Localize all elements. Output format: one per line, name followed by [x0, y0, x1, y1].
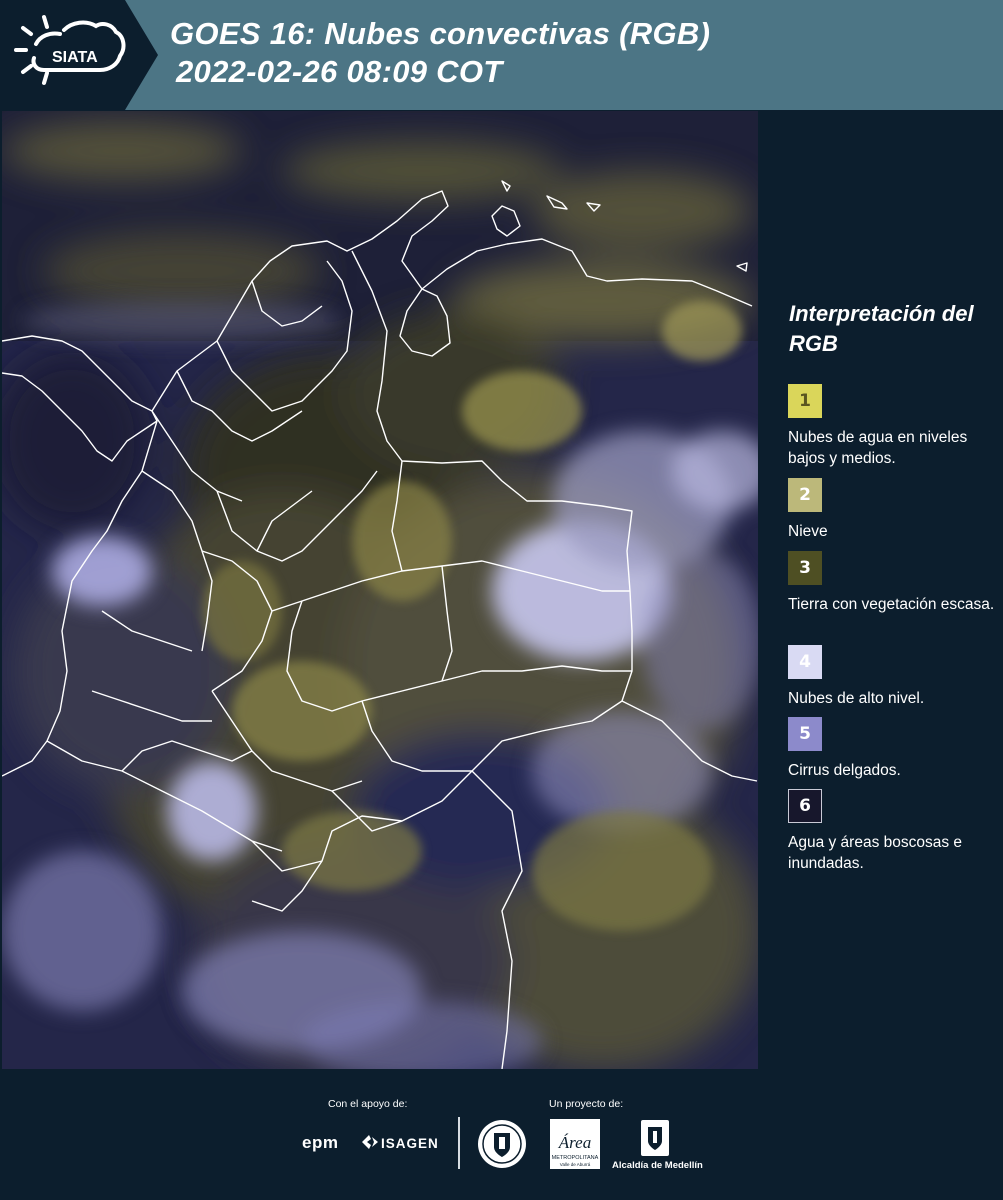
- siata-logo-icon: SIATA: [14, 15, 126, 85]
- legend-label-6: Agua y áreas boscosas e inundadas.: [788, 834, 963, 872]
- legend-label-1: Nubes de agua en niveles bajos y medios.: [788, 429, 968, 467]
- satellite-map[interactable]: [2, 111, 758, 1069]
- project-label: Un proyecto de:: [549, 1098, 624, 1110]
- medellin-seal-icon: [478, 1120, 526, 1168]
- legend-swatch-6: 6: [788, 789, 822, 823]
- legend-item-4: 4 Nubes de alto nivel.: [788, 645, 1003, 709]
- legend-item-3: 3 Tierra con vegetación escasa.: [788, 551, 1003, 615]
- legend-item-6: 6 Agua y áreas boscosas e inundadas.: [788, 789, 1003, 874]
- area-metropolitana-logo-icon: Área METROPOLITANA Valle de Aburrá: [550, 1119, 600, 1169]
- timestamp-title: 2022-02-26 08:09 COT: [176, 54, 503, 89]
- svg-text:Valle de Aburrá: Valle de Aburrá: [560, 1162, 591, 1167]
- legend-swatch-5: 5: [788, 717, 822, 751]
- legend-item-5: 5 Cirrus delgados.: [788, 717, 1003, 781]
- support-label: Con el apoyo de:: [328, 1098, 408, 1110]
- legend-title: Interpretación del RGB: [789, 301, 974, 356]
- svg-text:METROPOLITANA: METROPOLITANA: [552, 1155, 599, 1161]
- svg-text:Área: Área: [558, 1133, 591, 1152]
- footer-divider: [458, 1117, 460, 1169]
- legend-item-2: 2 Nieve: [788, 478, 1003, 542]
- page-title: GOES 16: Nubes convectivas (RGB): [170, 16, 711, 51]
- alcaldia-label: Alcaldía de Medellín: [612, 1160, 703, 1171]
- legend-label-4: Nubes de alto nivel.: [788, 690, 925, 707]
- legend-swatch-4: 4: [788, 645, 822, 679]
- legend-swatch-1: 1: [788, 384, 822, 418]
- header-band: SIATA GOES 16: Nubes convectivas (RGB) 2…: [0, 0, 1003, 110]
- legend-panel: Interpretación del RGB 1 Nubes de agua e…: [760, 111, 1003, 1069]
- legend-item-1: 1 Nubes de agua en niveles bajos y medio…: [788, 384, 1003, 469]
- legend-label-2: Nieve: [788, 523, 828, 540]
- isagen-logo-icon: [362, 1135, 378, 1149]
- legend-swatch-2: 2: [788, 478, 822, 512]
- footer: Con el apoyo de: Un proyecto de: epm ISA…: [0, 1069, 1003, 1200]
- legend-label-3: Tierra con vegetación escasa.: [788, 596, 995, 613]
- epm-logo: epm: [302, 1133, 339, 1152]
- legend-label-5: Cirrus delgados.: [788, 762, 901, 779]
- satellite-image: [2, 111, 758, 1069]
- svg-text:SIATA: SIATA: [52, 49, 98, 66]
- legend-swatch-3: 3: [788, 551, 822, 585]
- isagen-logo: ISAGEN: [381, 1136, 439, 1151]
- alcaldia-logo-icon: [641, 1120, 669, 1156]
